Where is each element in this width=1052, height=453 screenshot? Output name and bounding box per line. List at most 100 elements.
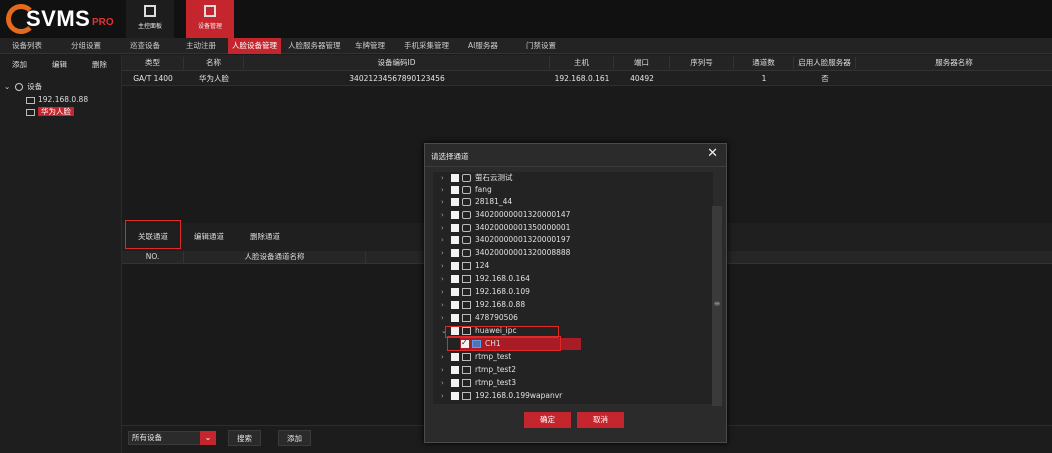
tree-item-label: 192.168.0.88 bbox=[38, 95, 89, 104]
add-button[interactable]: 添加 bbox=[12, 59, 27, 70]
tab-face-server-mgmt[interactable]: 人脸服务器管理 bbox=[284, 38, 345, 54]
edit-button[interactable]: 编辑 bbox=[52, 59, 67, 70]
chevron-right-icon[interactable]: › bbox=[441, 260, 444, 272]
tab-delete-channel[interactable]: 删除通道 bbox=[250, 231, 280, 242]
checkbox[interactable] bbox=[451, 288, 459, 296]
tree-item-label: 192.168.0.164 bbox=[475, 274, 530, 283]
checkbox[interactable] bbox=[451, 353, 459, 361]
dialog-header: 请选择通道 ✕ bbox=[425, 144, 726, 167]
chevron-down-icon[interactable]: ⌄ bbox=[200, 431, 216, 445]
tree-item-label: 192.168.0.199wapanvr bbox=[475, 391, 563, 400]
col-serial: 序列号 bbox=[670, 57, 734, 69]
tab-group-settings[interactable]: 分组设置 bbox=[67, 38, 105, 54]
cloud-device-icon bbox=[462, 174, 471, 182]
cloud-device-icon bbox=[462, 211, 471, 219]
tab-device-list[interactable]: 设备列表 bbox=[8, 38, 46, 54]
checkbox[interactable] bbox=[451, 249, 459, 257]
checkbox[interactable] bbox=[451, 174, 459, 182]
tree-item-label: 124 bbox=[475, 261, 490, 270]
tab-face-device-mgmt[interactable]: 人脸设备管理 bbox=[228, 38, 281, 54]
chevron-right-icon[interactable]: › bbox=[441, 286, 444, 298]
checkbox[interactable] bbox=[451, 314, 459, 322]
col-name: 名称 bbox=[184, 57, 244, 69]
tree-item-label: 192.168.0.88 bbox=[475, 300, 526, 309]
cell-face-server-enabled: 否 bbox=[821, 74, 829, 83]
checkbox[interactable] bbox=[451, 379, 459, 387]
module-device-management[interactable]: 设备管理 bbox=[186, 0, 234, 38]
highlight-box bbox=[447, 336, 561, 351]
checkbox[interactable] bbox=[451, 275, 459, 283]
chevron-down-icon[interactable]: ⌄ bbox=[4, 82, 10, 91]
tree-root-device[interactable]: ⌄ 设备 bbox=[4, 81, 126, 92]
checkbox[interactable] bbox=[451, 211, 459, 219]
add-button[interactable]: 添加 bbox=[278, 430, 311, 446]
chevron-right-icon[interactable]: › bbox=[441, 312, 444, 324]
col-device-id: 设备编码ID bbox=[244, 57, 550, 69]
col-face-server-enabled: 启用人脸服务器 bbox=[794, 57, 856, 69]
chevron-right-icon[interactable]: › bbox=[441, 390, 444, 402]
tree-item-label: rtmp_test bbox=[475, 352, 512, 361]
search-button[interactable]: 搜索 bbox=[228, 430, 261, 446]
logo-suffix: PRO bbox=[92, 17, 114, 28]
checkbox[interactable] bbox=[451, 392, 459, 400]
cloud-device-icon bbox=[462, 249, 471, 257]
chevron-right-icon[interactable]: › bbox=[441, 377, 444, 389]
close-icon[interactable]: ✕ bbox=[707, 147, 718, 161]
table-row[interactable]: GA/T 1400 华为人脸 34021234567890123456 192.… bbox=[122, 71, 1052, 86]
checkbox[interactable] bbox=[451, 224, 459, 232]
chevron-right-icon[interactable]: › bbox=[441, 351, 444, 363]
chevron-right-icon[interactable]: › bbox=[441, 222, 444, 234]
tab-plate-mgmt[interactable]: 车牌管理 bbox=[351, 38, 389, 54]
monitor-icon bbox=[26, 108, 35, 116]
scrollbar-thumb[interactable]: ≡ bbox=[712, 299, 722, 319]
highlight-box bbox=[125, 220, 181, 249]
sidebar: 添加 编辑 删除 ⌄ 设备 192.168.0.88 华为人脸 bbox=[0, 55, 122, 453]
chevron-right-icon[interactable]: › bbox=[441, 184, 444, 196]
chevron-right-icon[interactable]: › bbox=[441, 172, 444, 184]
cell-serial bbox=[670, 71, 734, 86]
chevron-right-icon[interactable]: › bbox=[441, 273, 444, 285]
tree-item-label: fang bbox=[475, 185, 492, 194]
tab-bar: 设备列表 分组设置 巡查设备 主动注册 人脸设备管理 人脸服务器管理 车牌管理 … bbox=[0, 38, 1052, 54]
channel-tree: › 萤石云测试 › fang › 28181_44 › 3402000000132000… bbox=[433, 172, 713, 404]
tab-mobile-collect[interactable]: 手机采集管理 bbox=[400, 38, 453, 54]
module-preview[interactable]: 主控面板 bbox=[126, 0, 174, 38]
confirm-button[interactable]: 确定 bbox=[524, 412, 571, 428]
checkbox[interactable] bbox=[451, 198, 459, 206]
tree-item-label: 34020000001320008888 bbox=[475, 248, 571, 257]
tab-active-register[interactable]: 主动注册 bbox=[182, 38, 220, 54]
chevron-right-icon[interactable]: › bbox=[441, 247, 444, 259]
chevron-right-icon[interactable]: › bbox=[441, 299, 444, 311]
nvr-icon bbox=[462, 366, 471, 374]
checkbox[interactable] bbox=[451, 236, 459, 244]
chevron-right-icon[interactable]: › bbox=[441, 196, 444, 208]
tree-item-label: 34020000001350000001 bbox=[475, 223, 571, 232]
chevron-right-icon[interactable]: › bbox=[441, 209, 444, 221]
tab-patrol-device[interactable]: 巡查设备 bbox=[126, 38, 164, 54]
tab-edit-channel[interactable]: 编辑通道 bbox=[194, 231, 224, 242]
checkbox[interactable] bbox=[451, 301, 459, 309]
cloud-device-icon bbox=[462, 236, 471, 244]
cell-name: 华为人脸 bbox=[199, 74, 229, 83]
tab-access-control[interactable]: 门禁设置 bbox=[522, 38, 560, 54]
delete-button[interactable]: 删除 bbox=[92, 59, 107, 70]
checkbox[interactable] bbox=[451, 262, 459, 270]
tree-item-label: 华为人脸 bbox=[38, 107, 74, 116]
chevron-right-icon[interactable]: › bbox=[441, 364, 444, 376]
tree-item-label: 478790506 bbox=[475, 313, 518, 322]
checkbox[interactable] bbox=[451, 186, 459, 194]
select-value: 所有设备 bbox=[132, 433, 162, 442]
tab-ai-server[interactable]: AI服务器 bbox=[464, 38, 502, 54]
device-filter-select[interactable]: 所有设备 ⌄ bbox=[128, 431, 216, 445]
nvr-icon bbox=[462, 392, 471, 400]
tree-item-label: 34020000001320000197 bbox=[475, 235, 571, 244]
top-bar: SVMS PRO 主控面板 设备管理 bbox=[0, 0, 1052, 38]
tree-item-label: 34020000001320000147 bbox=[475, 210, 571, 219]
chevron-right-icon[interactable]: › bbox=[441, 234, 444, 246]
grid-icon bbox=[144, 5, 156, 17]
cancel-button[interactable]: 取消 bbox=[577, 412, 624, 428]
nvr-icon bbox=[462, 288, 471, 296]
nvr-icon bbox=[462, 353, 471, 361]
cell-host: 192.168.0.161 bbox=[554, 74, 610, 83]
checkbox[interactable] bbox=[451, 366, 459, 374]
